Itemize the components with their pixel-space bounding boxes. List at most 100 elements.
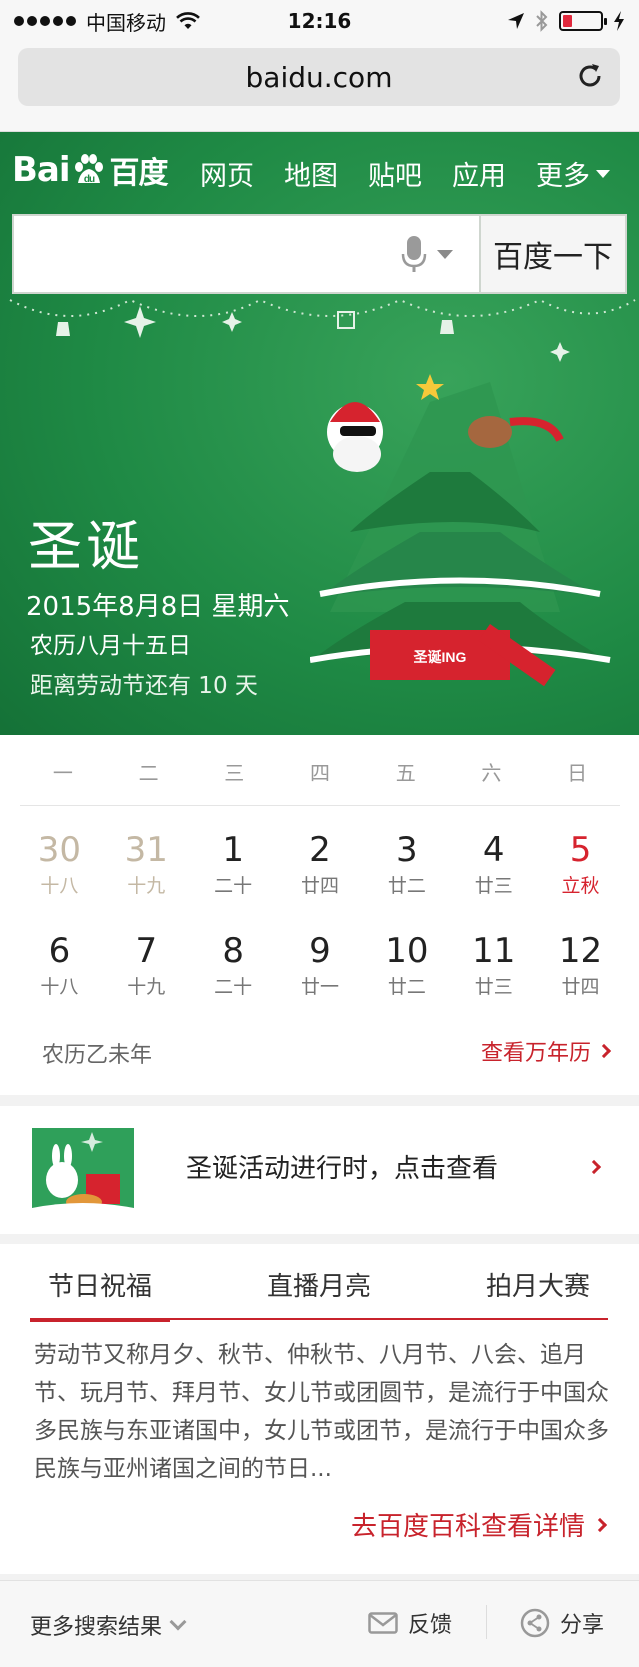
calendar-day[interactable]: 31 十九	[103, 831, 190, 898]
weekday-mon: 一	[52, 761, 73, 785]
calendar-day[interactable]: 8 二十	[190, 932, 277, 999]
day-lunar: 十九	[127, 875, 166, 897]
voice-dropdown-icon	[437, 249, 453, 259]
paw-icon: du	[74, 154, 103, 185]
day-lunar: 廿二	[387, 976, 426, 998]
promo-card[interactable]: 圣诞活动进行时，点击查看	[0, 1106, 639, 1234]
top-nav: Bai du 百度 网页 地图 贴吧 应用 更多	[0, 132, 639, 212]
day-number: 5	[569, 830, 592, 870]
tab-moon-live[interactable]: 直播月亮	[249, 1266, 389, 1318]
holiday-title: 圣诞	[28, 515, 144, 578]
weekday-thu: 四	[309, 761, 330, 785]
browser-chrome: baidu.com	[0, 42, 639, 132]
calendar-day[interactable]: 10 廿二	[363, 932, 450, 999]
chevron-right-icon	[592, 1517, 608, 1532]
logo-cn: 百度	[109, 156, 169, 191]
address-bar[interactable]: baidu.com	[18, 48, 620, 106]
status-left: 中国移动	[14, 7, 254, 36]
tab-greetings[interactable]: 节日祝福	[30, 1266, 171, 1322]
signal-strength-icon	[14, 16, 76, 26]
day-lunar: 廿二	[387, 875, 426, 897]
calendar-day[interactable]: 11 廿三	[450, 932, 537, 999]
day-lunar: 廿四	[300, 875, 339, 897]
nav-more-label: 更多	[536, 161, 590, 192]
mail-icon	[368, 1612, 398, 1634]
nav-map[interactable]: 地图	[284, 154, 338, 193]
calendar-day[interactable]: 9 廿一	[277, 932, 364, 999]
url-text: baidu.com	[245, 60, 393, 94]
holiday-info-card: 节日祝福 直播月亮 拍月大赛 劳动节又称月夕、秋节、仲秋节、八月节、八会、追月节…	[0, 1244, 639, 1574]
view-calendar-link[interactable]: 查看万年历	[481, 1035, 612, 1067]
weekday-header: 一 二 三 四 五 六 日	[20, 757, 620, 786]
location-arrow-icon	[508, 13, 524, 29]
weekday-sun: 日	[567, 761, 588, 785]
calendar-day[interactable]: 2 廿四	[277, 831, 364, 898]
baidu-logo[interactable]: Bai du 百度	[12, 148, 169, 192]
tab-photo-contest[interactable]: 拍月大赛	[468, 1266, 608, 1318]
share-icon	[520, 1608, 550, 1638]
wifi-icon	[176, 12, 200, 29]
calendar-day-highlight[interactable]: 5 立秋	[537, 831, 624, 898]
day-lunar: 廿四	[561, 976, 600, 998]
day-number: 3	[396, 830, 418, 870]
day-number: 10	[385, 931, 429, 971]
logo-latin-2: du	[83, 174, 94, 185]
chevron-right-icon	[586, 1159, 602, 1175]
holiday-countdown: 距离劳动节还有 10 天	[30, 673, 258, 699]
search-bar: 百度一下	[12, 214, 627, 294]
day-lunar: 廿三	[474, 976, 513, 998]
info-tabs: 节日祝福 直播月亮 拍月大赛	[30, 1266, 608, 1322]
search-field-wrap	[12, 214, 479, 294]
more-results-button[interactable]: 更多搜索结果	[30, 1609, 187, 1641]
promo-thumbnail	[32, 1128, 134, 1216]
day-lunar: 廿三	[474, 875, 513, 897]
status-right	[385, 10, 625, 32]
calendar-day[interactable]: 3 廿二	[363, 831, 450, 898]
bottom-bar: 更多搜索结果 反馈 分享	[0, 1580, 639, 1667]
day-number: 30	[37, 830, 82, 870]
day-number: 12	[558, 931, 603, 971]
chevron-right-icon	[596, 1043, 612, 1059]
day-number: 2	[309, 830, 331, 870]
baike-link-label: 去百度百科查看详情	[350, 1512, 585, 1542]
weekday-fri: 五	[395, 761, 416, 785]
calendar-grid: 30 十八 31 十九 1 二十 2 廿四 3 廿二 4 廿三 5 立秋 6 十八 7 十九 8 二…	[16, 831, 624, 999]
nav-web[interactable]: 网页	[200, 154, 254, 193]
calendar-day[interactable]: 1 二十	[190, 831, 277, 898]
bottom-divider	[486, 1605, 487, 1639]
calendar-day[interactable]: 6 十八	[16, 932, 103, 999]
day-lunar: 廿一	[300, 976, 339, 998]
feedback-button[interactable]: 反馈	[368, 1607, 452, 1639]
status-bar: 中国移动 12:16	[0, 0, 639, 42]
search-button[interactable]: 百度一下	[479, 214, 627, 294]
share-button[interactable]: 分享	[520, 1607, 604, 1639]
day-number: 8	[222, 931, 244, 971]
search-input[interactable]	[14, 216, 374, 292]
nav-more[interactable]: 更多	[536, 154, 610, 193]
nav-apps[interactable]: 应用	[452, 154, 506, 193]
calendar-day[interactable]: 30 十八	[16, 831, 103, 898]
calendar: 一 二 三 四 五 六 日 30 十八 31 十九 1 二十 2 廿四 3 廿二 4 廿三 …	[0, 735, 639, 1095]
weekday-tue: 二	[138, 761, 159, 785]
microphone-icon	[401, 236, 427, 272]
calendar-day[interactable]: 4 廿三	[450, 831, 537, 898]
clock: 12:16	[287, 9, 352, 33]
logo-latin-1: Bai	[12, 150, 71, 190]
battery-icon	[559, 11, 607, 31]
calendar-day[interactable]: 7 十九	[103, 932, 190, 999]
promo-text: 圣诞活动进行时，点击查看	[186, 1154, 499, 1184]
nav-tieba[interactable]: 贴吧	[368, 154, 422, 193]
nav-links: 网页 地图 贴吧 应用 更多	[200, 154, 610, 193]
holiday-description: 劳动节又称月夕、秋节、仲秋节、八月节、八会、追月节、玩月节、拜月节、女儿节或团圆…	[34, 1342, 609, 1482]
calendar-day[interactable]: 12 廿四	[537, 932, 624, 999]
charging-bolt-icon	[614, 11, 624, 31]
hero-date: 2015年8月8日 星期六	[26, 592, 290, 622]
voice-search[interactable]	[401, 234, 453, 274]
baike-link[interactable]: 去百度百科查看详情	[350, 1506, 608, 1543]
hero-lunar-date: 农历八月十五日	[30, 633, 191, 659]
day-lunar: 十八	[40, 976, 79, 998]
more-results-label: 更多搜索结果	[30, 1615, 163, 1640]
gift-box-text: 圣诞ING	[413, 649, 467, 665]
reload-icon[interactable]	[574, 60, 606, 92]
day-number: 7	[135, 931, 158, 971]
